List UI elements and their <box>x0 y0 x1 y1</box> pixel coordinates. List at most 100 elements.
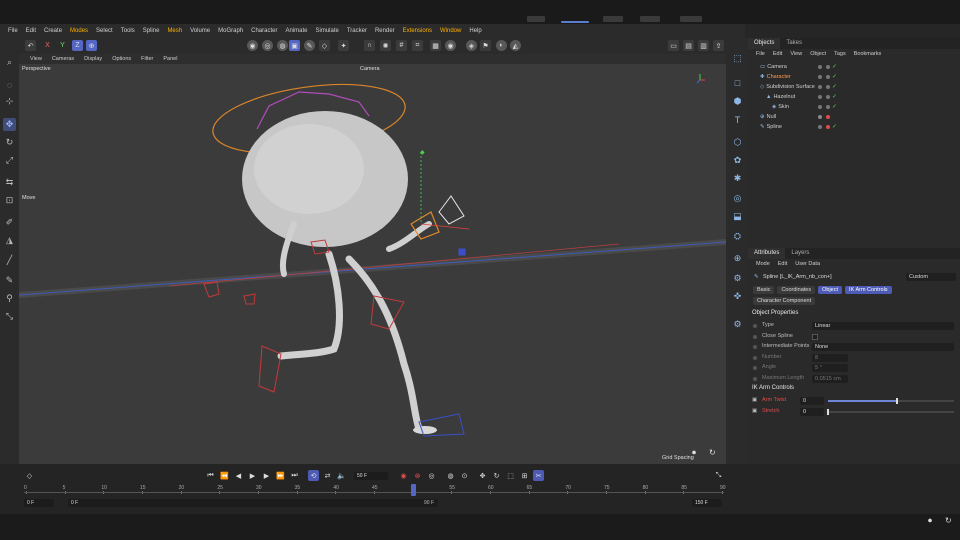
rotation-key-icon[interactable]: ⊙ <box>459 470 470 481</box>
render-dot[interactable] <box>826 75 830 79</box>
render-queue-icon[interactable]: ▤ <box>683 40 694 51</box>
enabled-check-icon[interactable]: ✓ <box>832 123 837 130</box>
position-key-icon[interactable]: ◍ <box>445 470 456 481</box>
layout-tab[interactable] <box>640 16 660 22</box>
keyframe-icon[interactable]: ▣ <box>752 397 757 403</box>
scale-tool-icon[interactable]: ⤢ <box>3 154 16 167</box>
polygon-pen-icon[interactable]: ⚲ <box>3 292 16 305</box>
render-mode-icon[interactable]: ⚙ <box>731 272 744 285</box>
menu-mograph[interactable]: MoGraph <box>214 28 247 34</box>
layer-icon[interactable]: ▦ <box>430 40 441 51</box>
render-dot[interactable] <box>826 85 830 89</box>
preset-select[interactable]: Custom <box>906 273 956 281</box>
menu-file[interactable]: File <box>4 28 22 34</box>
go-to-start-icon[interactable]: ⏮ <box>205 470 216 481</box>
range-icon[interactable]: ⇄ <box>322 470 333 481</box>
render-dot[interactable] <box>826 115 830 119</box>
attributes-menu-user-data[interactable]: User Data <box>791 261 824 267</box>
lock-icon[interactable]: ◈ <box>466 40 477 51</box>
menu-select[interactable]: Select <box>92 28 117 34</box>
visibility-dot[interactable] <box>818 95 822 99</box>
record-icon[interactable]: ◉ <box>445 40 456 51</box>
keyframe-dot[interactable] <box>753 345 757 349</box>
visibility-dot[interactable] <box>818 115 822 119</box>
menu-mesh[interactable]: Mesh <box>163 28 186 34</box>
viewport-menu-display[interactable]: Display <box>79 56 107 62</box>
loop-icon[interactable]: ⟲ <box>308 470 319 481</box>
property-value[interactable]: Linear <box>812 322 954 330</box>
menu-spline[interactable]: Spline <box>139 28 164 34</box>
objects-menu-view[interactable]: View <box>786 51 806 57</box>
keyframe-icon[interactable]: ▣ <box>752 408 757 414</box>
attributes-menu-edit[interactable]: Edit <box>774 261 791 267</box>
range-start-field[interactable]: 0 F <box>68 499 438 507</box>
property-value[interactable]: 8 <box>812 353 848 362</box>
keyframe-icon[interactable]: ◇ <box>24 470 35 481</box>
ik-slider-track[interactable] <box>827 409 954 415</box>
axis-y-button[interactable]: Y <box>57 40 68 51</box>
viewport-menu-view[interactable]: View <box>25 56 47 62</box>
refresh-icon[interactable]: ↻ <box>709 448 719 458</box>
objects-menu-object[interactable]: Object <box>806 51 830 57</box>
visibility-dot[interactable] <box>818 125 822 129</box>
sound-icon[interactable]: 🔈 <box>336 470 347 481</box>
microphone-icon[interactable]: ⏺ <box>692 448 702 458</box>
text-tool-icon[interactable]: T <box>731 113 744 126</box>
property-value[interactable]: None <box>812 343 954 351</box>
ik-slider-knob[interactable] <box>896 398 899 404</box>
pla-key-icon[interactable]: ⬚ <box>505 470 516 481</box>
export-icon[interactable]: ⇪ <box>713 40 724 51</box>
coordinate-system-icon[interactable]: ⊕ <box>86 40 97 51</box>
enabled-check-icon[interactable]: ✓ <box>832 73 837 80</box>
objects-menu-file[interactable]: File <box>752 51 769 57</box>
undo-icon[interactable]: ↶ <box>25 40 36 51</box>
brush-tool-icon[interactable]: ✐ <box>3 216 16 229</box>
go-to-end-icon[interactable]: ⏭ <box>289 470 300 481</box>
scene-mode-icon[interactable]: ⊕ <box>731 252 744 265</box>
points-mode-icon[interactable]: ⬢ <box>731 95 744 108</box>
viewport-3d[interactable]: Perspective Camera Move Grid Spacing ◆ ⏺… <box>19 64 726 464</box>
menu-animate[interactable]: Animate <box>281 28 311 34</box>
timeline-scissors-icon[interactable]: ✂ <box>533 470 544 481</box>
transfer-tool-icon[interactable]: ⇆ <box>3 176 16 189</box>
object-row[interactable]: ✚ Character <box>752 72 956 82</box>
rotate-tool-icon[interactable]: ↻ <box>3 136 16 149</box>
object-row[interactable]: ◈ Skin <box>752 102 956 112</box>
ik-property-value[interactable]: 0 <box>800 408 824 416</box>
record-key-icon[interactable]: ◉ <box>398 470 409 481</box>
layout-tab[interactable] <box>603 16 623 22</box>
end-frame-field[interactable]: 150 F <box>692 499 722 507</box>
character-component-button[interactable]: Character Component <box>753 297 816 305</box>
live-selection-icon[interactable]: ◌ <box>3 78 16 91</box>
start-frame-field[interactable]: 0 F <box>24 499 54 507</box>
play-icon[interactable]: ▶ <box>247 470 258 481</box>
axis-z-button[interactable]: Z <box>72 40 83 51</box>
render-active-icon[interactable]: ▥ <box>698 40 709 51</box>
attr-tab-basic[interactable]: Basic <box>753 286 775 294</box>
tab-objects[interactable]: Objects <box>748 38 781 49</box>
menu-extensions[interactable]: Extensions <box>399 28 436 34</box>
viewport-menu-panel[interactable]: Panel <box>158 56 182 62</box>
timeline-settings-icon[interactable]: ⤡ <box>713 470 724 481</box>
object-row[interactable]: ⊕ Null <box>752 112 956 122</box>
visibility-dot[interactable] <box>818 105 822 109</box>
keyframe-dot[interactable] <box>753 324 757 328</box>
render-dot[interactable] <box>826 105 830 109</box>
ik-slider-track[interactable] <box>828 398 954 404</box>
object-row[interactable]: ▲ Hazelnut <box>752 92 956 102</box>
viewport-menu-options[interactable]: Options <box>107 56 136 62</box>
visibility-dot[interactable] <box>818 85 822 89</box>
menu-tracker[interactable]: Tracker <box>343 28 371 34</box>
viewport-menu-cameras[interactable]: Cameras <box>47 56 79 62</box>
current-frame-field[interactable]: 50 F <box>354 472 388 480</box>
keyframe-dot[interactable] <box>753 376 757 381</box>
menu-character[interactable]: Character <box>247 28 281 34</box>
objects-menu-edit[interactable]: Edit <box>769 51 786 57</box>
snap-mode-icon[interactable]: ✜ <box>731 290 744 303</box>
scale-key-icon[interactable]: ✥ <box>477 470 488 481</box>
magnet-icon[interactable]: ∩ <box>364 40 375 51</box>
tab-takes[interactable]: Takes <box>780 38 808 49</box>
enabled-check-icon[interactable]: ✓ <box>832 63 837 70</box>
menu-simulate[interactable]: Simulate <box>312 28 343 34</box>
menu-help[interactable]: Help <box>465 28 485 34</box>
